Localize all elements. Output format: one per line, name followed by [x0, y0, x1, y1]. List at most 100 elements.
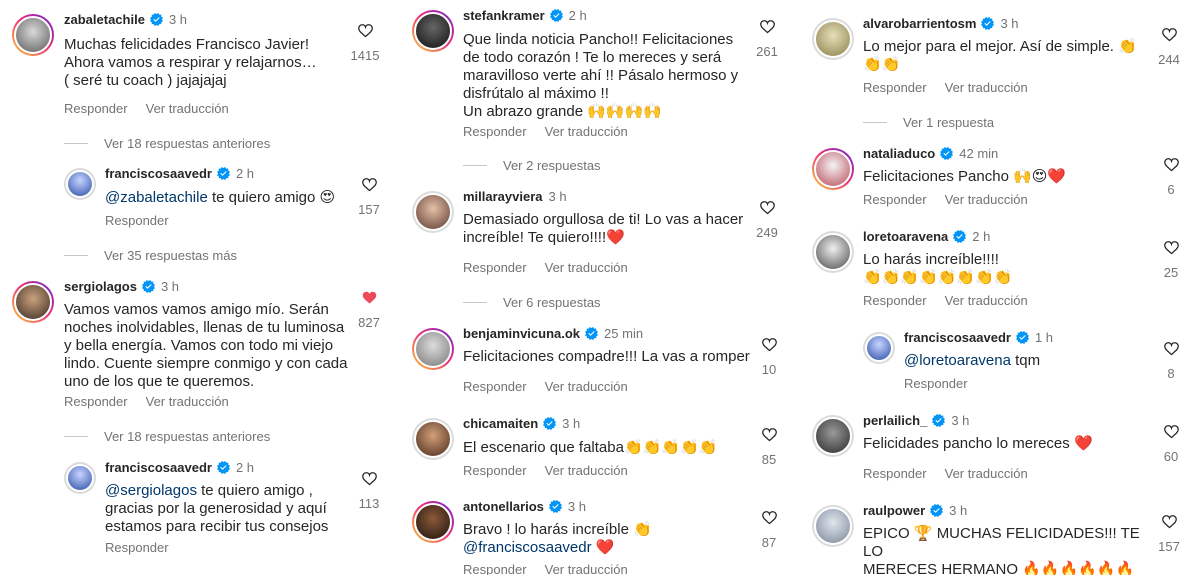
translate-button[interactable]: Ver traducción: [545, 562, 628, 575]
mention-link[interactable]: @loretoaravena: [904, 352, 1011, 369]
avatar[interactable]: [412, 10, 454, 52]
username[interactable]: benjaminvicuna.ok: [463, 326, 580, 341]
heart-icon[interactable]: [361, 470, 378, 487]
view-replies[interactable]: Ver 6 respuestas: [463, 295, 601, 310]
avatar[interactable]: [863, 332, 895, 364]
timestamp: 3 h: [949, 503, 968, 518]
heart-icon[interactable]: [761, 509, 778, 526]
avatar[interactable]: [412, 501, 454, 543]
username[interactable]: franciscosaavedr: [904, 330, 1011, 345]
username[interactable]: millarayviera: [463, 189, 543, 204]
translate-button[interactable]: Ver traducción: [545, 124, 628, 139]
heart-icon[interactable]: [1163, 423, 1180, 440]
avatar[interactable]: [812, 231, 854, 273]
avatar[interactable]: [12, 281, 54, 323]
view-replies[interactable]: Ver 2 respuestas: [463, 158, 601, 173]
avatar[interactable]: [64, 462, 96, 494]
comment-text: tqm: [1010, 352, 1041, 369]
timestamp: 3 h: [567, 499, 586, 514]
avatar[interactable]: [812, 505, 854, 547]
avatar[interactable]: [412, 328, 454, 370]
heart-icon[interactable]: [1161, 26, 1178, 43]
heart-icon[interactable]: [761, 336, 778, 353]
reply-button[interactable]: Responder: [64, 101, 128, 116]
comment-text: Demasiado orgullosa de ti! Lo vas a hace…: [463, 211, 744, 246]
translate-button[interactable]: Ver traducción: [146, 101, 229, 116]
heart-icon[interactable]: [1161, 513, 1178, 530]
username[interactable]: sergiolagos: [64, 279, 137, 294]
verified-badge-icon: [543, 417, 556, 430]
comments-column-2: stefankramer 2 h Que linda noticia Panch…: [400, 0, 800, 575]
timestamp: 1 h: [1034, 330, 1054, 345]
reply-button[interactable]: Responder: [863, 80, 927, 95]
username[interactable]: nataliaduco: [863, 146, 935, 161]
translate-button[interactable]: Ver traducción: [945, 192, 1028, 207]
reply-button[interactable]: Responder: [863, 192, 927, 207]
timestamp: 3 h: [548, 189, 567, 204]
heart-filled-icon[interactable]: [361, 289, 378, 306]
username[interactable]: loretoaravena: [863, 229, 948, 244]
mention-link[interactable]: @sergiolagos: [105, 482, 197, 499]
reply-button[interactable]: Responder: [463, 463, 527, 478]
heart-icon[interactable]: [361, 176, 378, 193]
translate-button[interactable]: Ver traducción: [545, 260, 628, 275]
verified-badge-icon: [142, 280, 155, 293]
heart-icon[interactable]: [761, 426, 778, 443]
timestamp: 25 min: [604, 326, 644, 341]
username[interactable]: perlailich_: [863, 413, 927, 428]
heart-icon[interactable]: [759, 18, 776, 35]
username[interactable]: raulpower: [863, 503, 925, 518]
view-replies[interactable]: Ver 1 respuesta: [863, 115, 994, 130]
heart-icon[interactable]: [759, 199, 776, 216]
reply-button[interactable]: Responder: [463, 379, 527, 394]
reply-button[interactable]: Responder: [463, 562, 527, 575]
mention-link[interactable]: @franciscosaavedr: [463, 539, 592, 556]
translate-button[interactable]: Ver traducción: [545, 379, 628, 394]
like-count: 60: [1163, 449, 1179, 464]
mention-link[interactable]: @zabaletachile: [105, 189, 208, 206]
view-more-replies[interactable]: Ver 35 respuestas más: [64, 248, 237, 263]
avatar[interactable]: [812, 415, 854, 457]
verified-badge-icon: [930, 504, 943, 517]
avatar[interactable]: [412, 191, 454, 233]
timestamp: 3 h: [951, 413, 970, 428]
reply-button[interactable]: Responder: [863, 293, 927, 308]
translate-button[interactable]: Ver traducción: [545, 463, 628, 478]
avatar[interactable]: [12, 14, 54, 56]
username[interactable]: chicamaiten: [463, 416, 538, 431]
username[interactable]: stefankramer: [463, 8, 545, 23]
timestamp: 42 min: [959, 146, 999, 161]
view-previous-replies[interactable]: Ver 18 respuestas anteriores: [64, 136, 270, 151]
comment-text: Felicitaciones compadre!!! La vas a romp…: [463, 348, 750, 365]
username[interactable]: antonellarios: [463, 499, 544, 514]
translate-button[interactable]: Ver traducción: [146, 394, 229, 409]
avatar[interactable]: [812, 148, 854, 190]
view-previous-replies[interactable]: Ver 18 respuestas anteriores: [64, 429, 270, 444]
avatar[interactable]: [812, 18, 854, 60]
reply-button[interactable]: Responder: [64, 394, 128, 409]
reply-button[interactable]: Responder: [904, 376, 968, 391]
reply-button[interactable]: Responder: [463, 124, 527, 139]
translate-button[interactable]: Ver traducción: [945, 80, 1028, 95]
verified-badge-icon: [981, 17, 994, 30]
username[interactable]: franciscosaavedr: [105, 166, 212, 181]
username[interactable]: franciscosaavedr: [105, 460, 212, 475]
reply-button[interactable]: Responder: [463, 260, 527, 275]
comment-text: Lo harás increíble!!!! 👏👏👏👏👏👏👏👏: [863, 251, 1013, 286]
heart-icon[interactable]: [1163, 239, 1180, 256]
avatar[interactable]: [64, 168, 96, 200]
avatar[interactable]: [412, 418, 454, 460]
reply-button[interactable]: Responder: [863, 466, 927, 481]
timestamp: 2 h: [235, 460, 255, 475]
like-count: 1415: [350, 48, 380, 63]
heart-icon[interactable]: [1163, 156, 1180, 173]
username[interactable]: alvarobarrientosm: [863, 16, 976, 31]
heart-icon[interactable]: [1163, 340, 1180, 357]
translate-button[interactable]: Ver traducción: [945, 466, 1028, 481]
reply-button[interactable]: Responder: [105, 540, 169, 555]
reply-button[interactable]: Responder: [105, 213, 169, 228]
translate-button[interactable]: Ver traducción: [945, 293, 1028, 308]
timestamp: 3 h: [160, 279, 180, 294]
heart-icon[interactable]: [357, 22, 374, 39]
username[interactable]: zabaletachile: [64, 12, 145, 27]
